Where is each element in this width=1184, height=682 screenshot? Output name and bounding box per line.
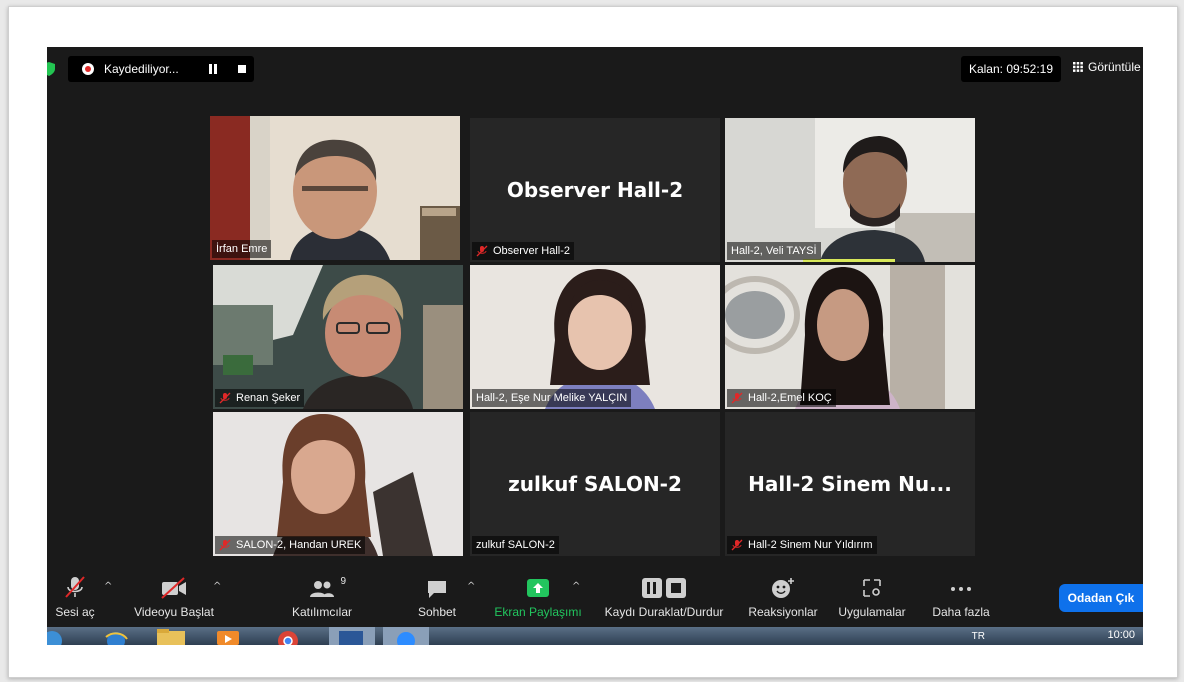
leave-room-button[interactable]: Odadan Çık xyxy=(1059,584,1143,612)
participants-button[interactable]: 9 Katılımcılar xyxy=(287,569,357,619)
language-indicator[interactable]: TR xyxy=(972,631,985,642)
top-bar: Kaydediliyor... Kalan: 09:52:19 Görüntül… xyxy=(47,47,1143,91)
muted-mic-icon xyxy=(731,539,743,551)
security-shield-icon[interactable] xyxy=(47,62,55,76)
participant-name-tag: Hall-2,Emel KOÇ xyxy=(727,389,836,407)
participant-video xyxy=(725,265,975,409)
video-tile-sinem-nur-yildirim[interactable]: Hall-2 Sinem Nu... Hall-2 Sinem Nur Yıld… xyxy=(725,412,975,556)
muted-mic-icon xyxy=(219,539,231,551)
apps-button[interactable]: Uygulamalar xyxy=(835,569,909,619)
media-player-icon[interactable] xyxy=(215,627,241,645)
chat-bubble-icon xyxy=(428,581,446,598)
participant-video xyxy=(213,265,463,409)
pause-recording-icon[interactable] xyxy=(208,64,218,74)
recording-indicator: Kaydediliyor... xyxy=(68,56,254,82)
pause-stop-recording-label: Kaydı Duraklat/Durdur xyxy=(604,605,724,619)
pause-stop-icon xyxy=(642,578,686,598)
stop-recording-icon[interactable] xyxy=(237,64,247,74)
chat-options-caret-icon[interactable]: ^ xyxy=(467,581,475,592)
share-screen-label: Ekran Paylaşımı xyxy=(494,605,582,619)
muted-mic-icon xyxy=(731,392,743,404)
participant-name: zulkuf SALON-2 xyxy=(476,539,555,551)
participant-display-name: zulkuf SALON-2 xyxy=(508,472,682,496)
more-button[interactable]: Daha fazla xyxy=(929,569,993,619)
participants-label: Katılımcılar xyxy=(291,605,352,619)
video-tile-handan-urek[interactable]: SALON-2, Handan UREK xyxy=(213,412,463,556)
participant-display-name: Observer Hall-2 xyxy=(506,178,684,202)
video-off-icon xyxy=(161,577,186,599)
video-tile-zulkuf-salon-2[interactable]: zulkuf SALON-2 zulkuf SALON-2 xyxy=(470,412,720,556)
participants-count: 9 xyxy=(340,576,346,587)
video-tile-renan-seker[interactable]: Renan Şeker xyxy=(213,265,463,409)
meeting-toolbar: Sesi aç ^ Videoyu Başlat ^ 9 Katılımcıla… xyxy=(47,569,1143,627)
unmute-button[interactable]: Sesi aç xyxy=(55,569,95,619)
reactions-button[interactable]: Reaksiyonlar xyxy=(744,569,822,619)
clock[interactable]: 10:00 xyxy=(1107,629,1135,641)
participant-name: Renan Şeker xyxy=(236,392,301,404)
video-tile-irfan-emre[interactable]: İrfan Emre xyxy=(210,116,460,260)
participant-name-tag: zulkuf SALON-2 xyxy=(472,536,559,554)
participant-name-tag: Hall-2, Veli TAYSİ xyxy=(727,242,821,260)
participant-name: Observer Hall-2 xyxy=(493,245,571,257)
recording-dot-icon xyxy=(82,63,94,75)
reactions-label: Reaksiyonlar xyxy=(748,605,818,619)
apps-label: Uygulamalar xyxy=(838,605,906,619)
zoom-app-icon[interactable] xyxy=(381,627,431,645)
participant-video xyxy=(213,412,463,556)
audio-options-caret-icon[interactable]: ^ xyxy=(104,581,112,592)
remaining-time: Kalan: 09:52:19 xyxy=(961,56,1061,82)
participant-name-tag: Renan Şeker xyxy=(215,389,305,407)
participant-name: Hall-2,Emel KOÇ xyxy=(748,392,832,404)
participant-name-tag: SALON-2, Handan UREK xyxy=(215,536,366,554)
participant-name-tag: Hall-2 Sinem Nur Yıldırım xyxy=(727,536,877,554)
word-icon[interactable] xyxy=(327,627,377,645)
video-options-caret-icon[interactable]: ^ xyxy=(213,581,221,592)
view-button[interactable]: Görüntüle xyxy=(1073,60,1141,74)
recording-label: Kaydediliyor... xyxy=(104,62,179,76)
grid-view-icon xyxy=(1073,62,1083,72)
video-tile-veli-taysi[interactable]: Hall-2, Veli TAYSİ xyxy=(725,118,975,262)
participant-video xyxy=(210,116,460,260)
participant-display-name: Hall-2 Sinem Nu... xyxy=(748,472,952,496)
windows-taskbar: TR 10:00 xyxy=(47,627,1143,645)
participants-icon xyxy=(310,581,334,597)
share-screen-arrow-icon xyxy=(527,579,549,597)
start-video-button[interactable]: Videoyu Başlat xyxy=(131,569,217,619)
zoom-meeting-window: Kaydediliyor... Kalan: 09:52:19 Görüntül… xyxy=(47,47,1143,645)
muted-mic-icon xyxy=(476,245,488,257)
share-options-caret-icon[interactable]: ^ xyxy=(572,581,580,592)
chat-label: Sohbet xyxy=(417,605,457,619)
share-screen-button[interactable]: Ekran Paylaşımı xyxy=(491,569,585,619)
participant-name: Hall-2, Eşe Nur Melike YALÇIN xyxy=(476,392,628,404)
participant-name-tag: İrfan Emre xyxy=(212,240,272,258)
pause-stop-recording-button[interactable]: Kaydı Duraklat/Durdur xyxy=(597,569,731,619)
participant-name-tag: Hall-2, Eşe Nur Melike YALÇIN xyxy=(472,389,632,407)
more-label: Daha fazla xyxy=(932,605,990,619)
participant-video xyxy=(470,265,720,409)
more-dots-icon xyxy=(951,587,971,591)
participant-name: İrfan Emre xyxy=(216,243,268,255)
video-tile-observer-hall-2[interactable]: Observer Hall-2 Observer Hall-2 xyxy=(470,118,720,262)
participant-name: Hall-2, Veli TAYSİ xyxy=(731,245,817,257)
file-explorer-icon[interactable] xyxy=(155,627,187,645)
video-tile-emel-koc[interactable]: Hall-2,Emel KOÇ xyxy=(725,265,975,409)
chat-button[interactable]: Sohbet xyxy=(413,569,461,619)
participant-name-tag: Observer Hall-2 xyxy=(472,242,575,260)
chrome-icon[interactable] xyxy=(273,627,303,645)
start-orb-icon[interactable] xyxy=(47,627,63,645)
smiley-plus-icon xyxy=(772,578,794,598)
view-label: Görüntüle xyxy=(1088,60,1141,74)
internet-explorer-icon[interactable] xyxy=(103,627,129,645)
video-tile-ese-nur-melike-yalcin[interactable]: Hall-2, Eşe Nur Melike YALÇIN xyxy=(470,265,720,409)
muted-mic-icon xyxy=(219,392,231,404)
muted-microphone-icon xyxy=(65,576,85,598)
participant-name: SALON-2, Handan UREK xyxy=(236,539,362,551)
apps-icon xyxy=(863,579,881,597)
unmute-label: Sesi aç xyxy=(55,605,95,619)
start-video-label: Videoyu Başlat xyxy=(134,605,214,619)
participant-name: Hall-2 Sinem Nur Yıldırım xyxy=(748,539,873,551)
participant-video xyxy=(725,118,975,262)
